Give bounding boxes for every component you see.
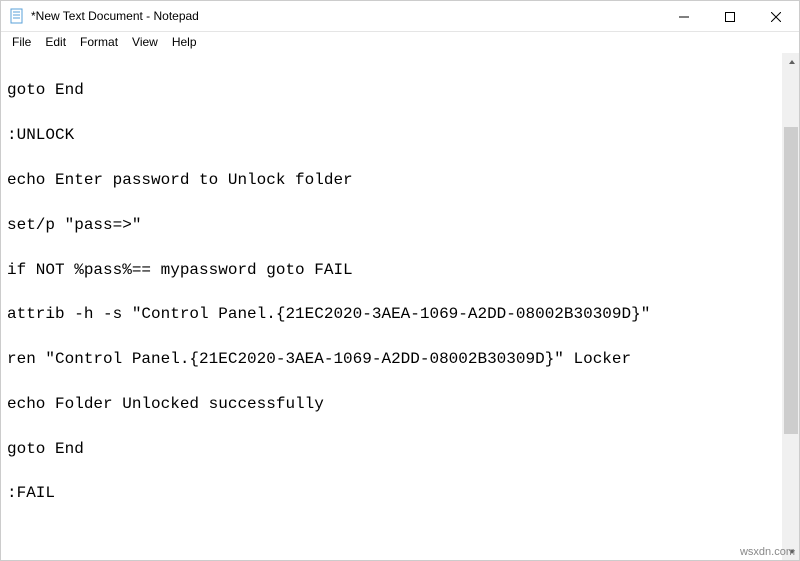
menu-help[interactable]: Help xyxy=(165,34,204,50)
scroll-thumb[interactable] xyxy=(784,127,798,434)
maximize-button[interactable] xyxy=(707,1,753,32)
titlebar: *New Text Document - Notepad xyxy=(1,1,799,32)
menu-view[interactable]: View xyxy=(125,34,165,50)
menu-file[interactable]: File xyxy=(5,34,38,50)
scroll-track[interactable] xyxy=(783,70,799,543)
minimize-button[interactable] xyxy=(661,1,707,32)
content-area: goto End :UNLOCK echo Enter password to … xyxy=(1,53,799,560)
scroll-up-arrow-icon[interactable] xyxy=(783,53,800,70)
menu-edit[interactable]: Edit xyxy=(38,34,73,50)
text-editor[interactable]: goto End :UNLOCK echo Enter password to … xyxy=(1,53,782,560)
notepad-icon xyxy=(9,8,25,24)
close-button[interactable] xyxy=(753,1,799,32)
window-controls xyxy=(661,1,799,31)
window-title: *New Text Document - Notepad xyxy=(31,9,661,23)
vertical-scrollbar[interactable] xyxy=(782,53,799,560)
menubar: File Edit Format View Help xyxy=(1,32,799,52)
watermark-text: wsxdn.com xyxy=(740,546,795,558)
menu-format[interactable]: Format xyxy=(73,34,125,50)
